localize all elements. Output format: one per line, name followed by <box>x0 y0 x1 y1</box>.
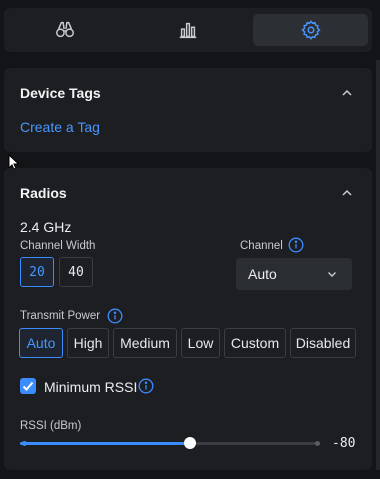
create-tag-link[interactable]: Create a Tag <box>20 119 100 135</box>
info-icon[interactable] <box>138 378 154 394</box>
tx-power-custom-button[interactable]: Custom <box>224 328 286 358</box>
channel-label: Channel <box>240 240 283 252</box>
channel-width-40-button[interactable]: 40 <box>59 257 93 287</box>
slider-start-dot <box>22 441 27 446</box>
top-tab-bar <box>4 8 372 52</box>
rssi-slider-thumb[interactable] <box>183 437 196 449</box>
channel-select[interactable]: Auto <box>236 258 352 290</box>
minimum-rssi-label: Minimum RSSI <box>44 379 138 395</box>
channel-width-20-button[interactable]: 20 <box>20 257 54 287</box>
device-tags-card: Device Tags Create a Tag <box>4 68 372 152</box>
slider-end-dot <box>315 441 320 446</box>
channel-select-value: Auto <box>248 266 277 282</box>
transmit-power-label: Transmit Power <box>20 310 101 322</box>
chevron-up-icon[interactable] <box>340 86 354 100</box>
tab-settings[interactable] <box>253 14 369 46</box>
band-label: 2.4 GHz <box>20 219 72 235</box>
tx-power-disabled-button[interactable]: Disabled <box>290 328 356 358</box>
binoculars-icon <box>56 21 75 38</box>
radios-title: Radios <box>20 185 67 201</box>
minimum-rssi-checkbox[interactable] <box>20 378 36 394</box>
chevron-up-icon[interactable] <box>340 186 354 200</box>
rssi-value: -80 <box>332 436 356 451</box>
gear-icon <box>301 20 321 40</box>
rssi-slider[interactable] <box>20 437 320 449</box>
device-tags-title: Device Tags <box>20 85 101 101</box>
scrollbar[interactable] <box>376 60 380 470</box>
tx-power-medium-button[interactable]: Medium <box>113 328 177 358</box>
rssi-label: RSSI (dBm) <box>20 420 82 432</box>
info-icon[interactable] <box>288 237 304 253</box>
bar-chart-icon <box>179 22 197 39</box>
tab-statistics[interactable] <box>131 14 246 46</box>
tx-power-auto-button[interactable]: Auto <box>19 328 63 358</box>
tx-power-high-button[interactable]: High <box>67 328 109 358</box>
tab-discovery[interactable] <box>8 14 123 46</box>
chevron-down-icon <box>328 272 336 277</box>
channel-width-label: Channel Width <box>20 240 96 252</box>
checkmark-icon <box>22 381 34 391</box>
rssi-slider-fill <box>20 442 190 445</box>
tx-power-low-button[interactable]: Low <box>181 328 220 358</box>
info-icon[interactable] <box>107 308 123 324</box>
